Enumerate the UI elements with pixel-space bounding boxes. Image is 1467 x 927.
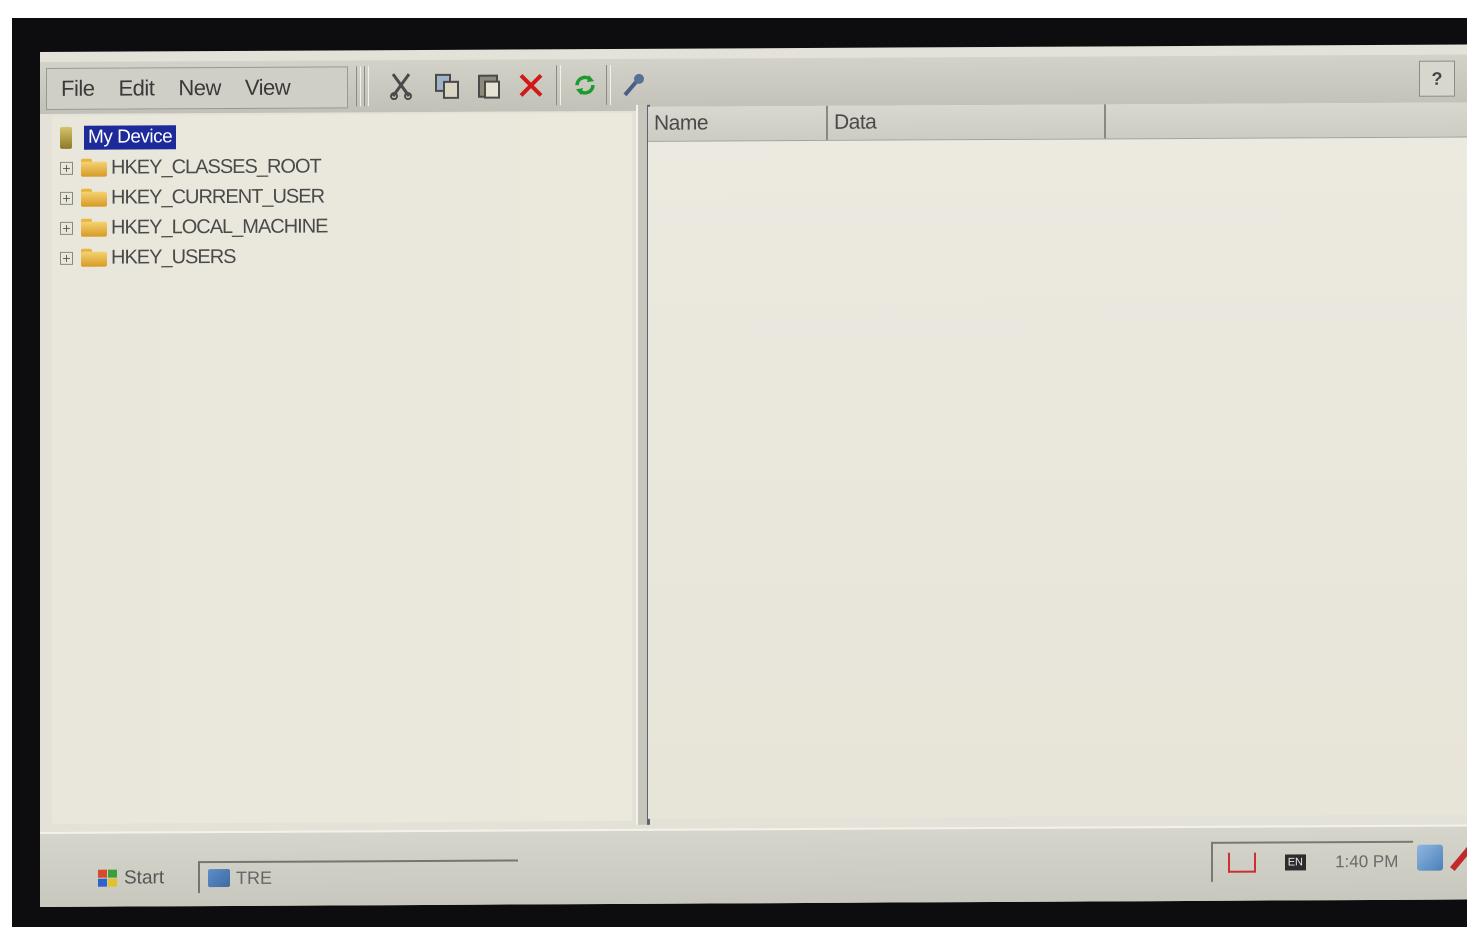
folder-icon <box>81 159 107 177</box>
tree-item-label: HKEY_CURRENT_USER <box>111 185 325 209</box>
taskbar-app-label: TRE <box>236 867 272 888</box>
tree-root-label: My Device <box>84 125 177 150</box>
menu-file[interactable]: File <box>51 76 104 102</box>
taskbar: Start TRE EN 1:40 PM <box>40 824 1467 907</box>
properties-icon[interactable] <box>616 69 650 101</box>
list-header: Name Data <box>648 102 1467 142</box>
expand-icon[interactable]: + <box>60 191 73 205</box>
values-list: Name Data <box>648 102 1467 819</box>
expand-icon[interactable]: + <box>60 251 73 265</box>
pen-icon[interactable] <box>1450 844 1467 872</box>
regedit-icon <box>208 869 230 888</box>
system-tray: EN 1:40 PM <box>1211 840 1413 882</box>
column-header-data[interactable]: Data <box>828 104 1106 140</box>
tree-item-label: HKEY_LOCAL_MACHINE <box>111 214 328 239</box>
registry-tree: My Device + HKEY_CLASSES_ROOT + HKEY_CUR… <box>52 112 632 824</box>
menu-edit[interactable]: Edit <box>108 75 164 101</box>
refresh-icon[interactable] <box>568 69 602 101</box>
menu-view[interactable]: View <box>235 75 300 101</box>
keyboard-layout-icon[interactable]: EN <box>1284 854 1306 871</box>
device-icon <box>60 126 72 149</box>
toolbar-separator <box>606 65 611 106</box>
tree-item-hkey-classes-root[interactable]: + HKEY_CLASSES_ROOT <box>60 153 321 182</box>
folder-icon <box>81 219 107 237</box>
screen: File Edit New View ? My Device + HKEY_CL… <box>40 44 1467 907</box>
menu-bar: File Edit New View <box>46 66 348 110</box>
toolbar-separator <box>356 66 361 107</box>
taskbar-app-button[interactable]: TRE <box>198 859 518 894</box>
expand-icon[interactable]: + <box>60 221 73 235</box>
start-button[interactable]: Start <box>98 861 188 895</box>
toolbar-separator <box>364 66 369 107</box>
folder-icon <box>81 249 107 267</box>
cut-icon[interactable] <box>384 70 418 102</box>
delete-icon[interactable] <box>514 69 548 101</box>
windows-flag-icon <box>98 869 118 888</box>
folder-icon <box>81 189 107 207</box>
tree-item-label: HKEY_CLASSES_ROOT <box>111 155 321 179</box>
toolbar-separator <box>556 65 561 106</box>
tree-item-hkey-users[interactable]: + HKEY_USERS <box>60 243 236 272</box>
help-button[interactable]: ? <box>1419 60 1455 97</box>
network-icon[interactable] <box>1227 852 1256 873</box>
tree-item-hkey-current-user[interactable]: + HKEY_CURRENT_USER <box>60 183 324 212</box>
menu-new[interactable]: New <box>168 75 231 101</box>
expand-icon[interactable]: + <box>60 161 73 175</box>
column-header-name[interactable]: Name <box>648 105 828 141</box>
start-label: Start <box>124 867 165 889</box>
clock[interactable]: 1:40 PM <box>1335 852 1398 872</box>
copy-icon[interactable] <box>430 70 464 102</box>
tree-item-label: HKEY_USERS <box>111 245 236 269</box>
desktop-icon[interactable] <box>1417 844 1443 871</box>
tree-root-my-device[interactable]: My Device <box>60 123 177 152</box>
paste-icon[interactable] <box>472 70 506 102</box>
tree-item-hkey-local-machine[interactable]: + HKEY_LOCAL_MACHINE <box>60 212 328 241</box>
